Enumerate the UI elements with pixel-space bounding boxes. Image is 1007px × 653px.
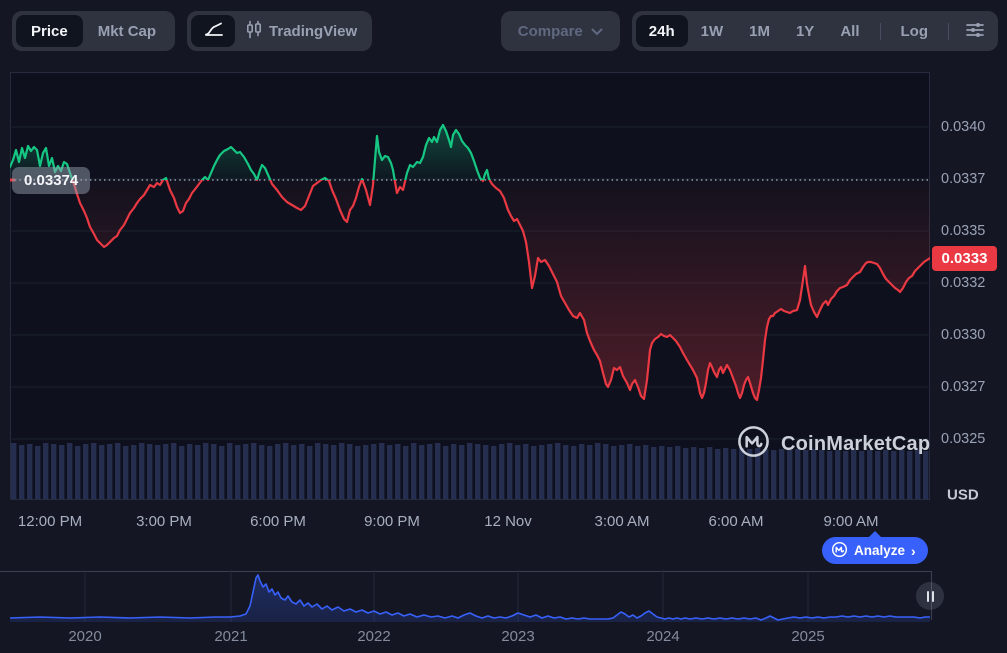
x-axis-label: 3:00 AM <box>594 513 649 530</box>
chart-type-toggle: Price Mkt Cap <box>12 11 175 51</box>
range-1w-button[interactable]: 1W <box>688 15 737 47</box>
analyze-button[interactable]: Analyze › <box>822 537 928 564</box>
range-all-button[interactable]: All <box>827 15 872 47</box>
coinmarketcap-watermark: CoinMarketCap <box>736 424 930 464</box>
year-axis-label: 2022 <box>357 628 390 645</box>
x-axis-label: 6:00 PM <box>250 513 306 530</box>
price-chart-app: Price Mkt Cap TradingView <box>0 0 1007 653</box>
toolbar-divider <box>880 23 881 40</box>
x-axis-label: 12:00 PM <box>18 513 82 530</box>
year-axis-label: 2020 <box>68 628 101 645</box>
chevron-down-icon <box>591 23 603 40</box>
range-1y-button[interactable]: 1Y <box>783 15 827 47</box>
year-axis-label: 2024 <box>646 628 679 645</box>
y-axis-label: 0.0325 <box>941 431 985 447</box>
range-1m-button[interactable]: 1M <box>736 15 783 47</box>
chart-settings-button[interactable] <box>956 20 994 43</box>
y-axis-label: 0.0327 <box>941 379 985 395</box>
compare-label: Compare <box>518 23 583 40</box>
x-axis-label: 12 Nov <box>484 513 532 530</box>
compare-button[interactable]: Compare <box>501 11 620 51</box>
y-axis-label: 0.0337 <box>941 171 985 187</box>
year-axis-label: 2023 <box>501 628 534 645</box>
cmc-logo-icon <box>831 541 848 561</box>
x-axis-label: 9:00 PM <box>364 513 420 530</box>
chevron-right-icon: › <box>911 543 916 559</box>
current-price-badge: 0.0333 <box>932 246 997 271</box>
navigator-handle[interactable] <box>916 582 944 610</box>
log-scale-button[interactable]: Log <box>888 15 942 47</box>
toolbar-divider <box>948 23 949 40</box>
x-axis-label: 9:00 AM <box>823 513 878 530</box>
tradingview-button[interactable]: TradingView <box>235 15 368 47</box>
time-range-group: 24h 1W 1M 1Y All Log <box>632 11 998 51</box>
cmc-logo-icon <box>736 424 771 464</box>
tradingview-label: TradingView <box>269 23 357 40</box>
y-axis-label: 0.0332 <box>941 275 985 291</box>
y-axis-label: 0.0340 <box>941 119 985 135</box>
analyze-label: Analyze <box>854 543 905 558</box>
year-axis-label: 2021 <box>214 628 247 645</box>
y-axis-label: 0.0330 <box>941 327 985 343</box>
candlestick-icon <box>246 20 262 43</box>
mkt-cap-tab[interactable]: Mkt Cap <box>83 15 171 47</box>
history-navigator-chart[interactable] <box>10 570 930 622</box>
range-24h-button[interactable]: 24h <box>636 15 688 47</box>
year-axis-label: 2025 <box>791 628 824 645</box>
sliders-icon <box>965 20 985 43</box>
chart-toolbar: Price Mkt Cap TradingView <box>12 11 998 51</box>
x-axis-label: 6:00 AM <box>708 513 763 530</box>
chart-style-toggle: TradingView <box>187 11 372 51</box>
baseline-price-label: 0.03374 <box>12 167 90 194</box>
currency-unit-label: USD <box>947 487 979 504</box>
line-chart-button[interactable] <box>191 15 235 47</box>
y-axis-label: 0.0335 <box>941 223 985 239</box>
watermark-text: CoinMarketCap <box>781 433 930 456</box>
x-axis-label: 3:00 PM <box>136 513 192 530</box>
price-tab[interactable]: Price <box>16 15 83 47</box>
line-chart-icon <box>202 19 224 43</box>
